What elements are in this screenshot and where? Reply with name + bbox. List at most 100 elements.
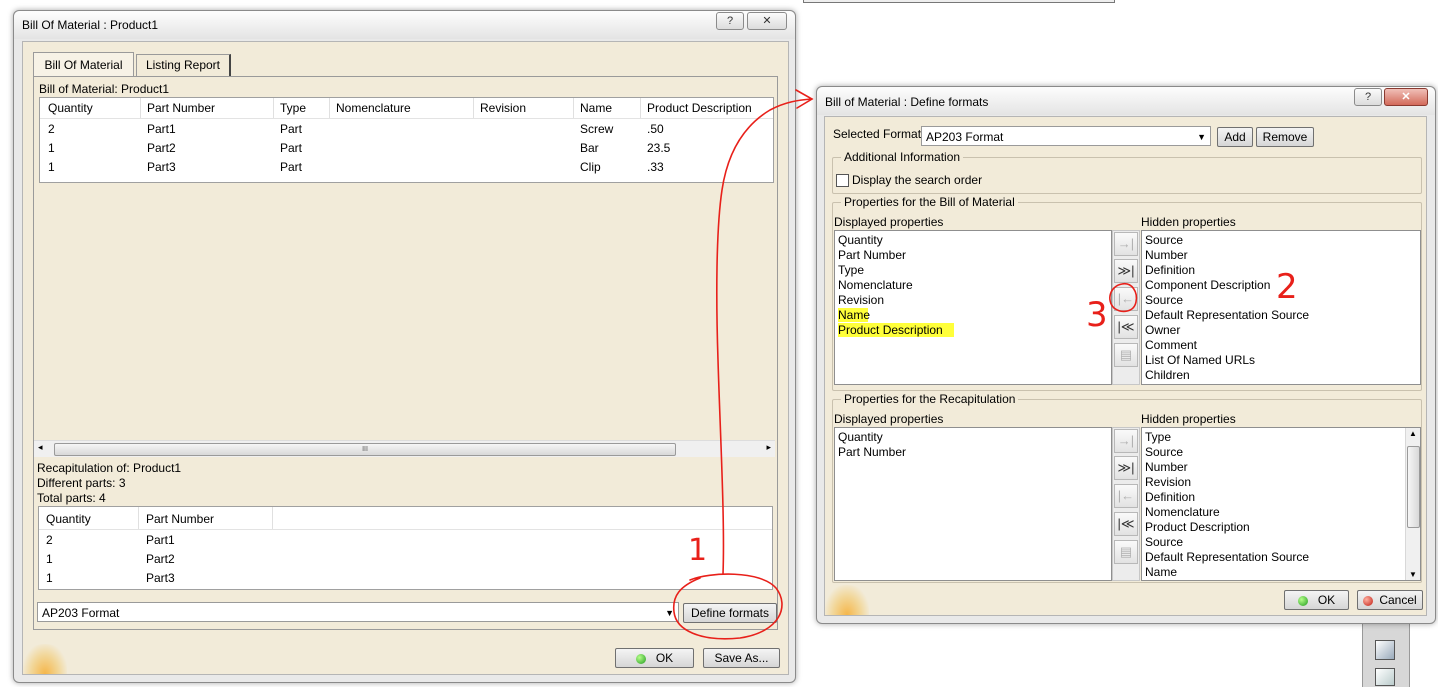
define-formats-button[interactable]: Define formats <box>683 603 777 623</box>
column-header-part-number[interactable]: Part Number <box>147 101 215 115</box>
list-item[interactable]: Component Description <box>1145 278 1270 292</box>
recap-displayed-list[interactable]: Quantity Part Number <box>834 427 1112 581</box>
list-item[interactable]: Revision <box>1145 475 1191 489</box>
selected-format-select[interactable]: AP203 Format ▼ <box>921 126 1211 146</box>
define-formats-titlebar[interactable]: Bill of Material : Define formats ? ✕ <box>817 87 1435 115</box>
list-item[interactable]: Definition <box>1145 263 1195 277</box>
cell-product-description: .50 <box>647 122 664 136</box>
column-separator[interactable] <box>138 507 139 529</box>
list-item[interactable]: Source <box>1145 535 1183 549</box>
list-item[interactable]: Number <box>1145 248 1188 262</box>
move-all-left-icon[interactable]: |≪ <box>1114 512 1138 536</box>
column-header-type[interactable]: Type <box>280 101 306 115</box>
scroll-down-icon[interactable]: ▼ <box>1409 570 1417 579</box>
selected-format-value: AP203 Format <box>926 130 1004 144</box>
scroll-right-icon[interactable]: ▸ <box>766 442 771 453</box>
list-item[interactable]: Nomenclature <box>1145 505 1220 519</box>
list-item[interactable]: Name <box>1145 565 1177 579</box>
list-item[interactable]: Product Description <box>1145 520 1250 534</box>
bom-table[interactable]: Quantity Part Number Type Nomenclature R… <box>39 97 774 183</box>
list-item[interactable]: Part Number <box>838 445 906 459</box>
sort-icon[interactable]: ▤ <box>1114 343 1138 367</box>
list-item[interactable]: Type <box>838 263 864 277</box>
sort-icon[interactable]: ▤ <box>1114 540 1138 564</box>
column-separator[interactable] <box>573 98 574 118</box>
list-item[interactable]: Owner <box>1145 323 1180 337</box>
column-separator[interactable] <box>329 98 330 118</box>
column-header-product-description[interactable]: Product Description <box>647 101 752 115</box>
column-header-revision[interactable]: Revision <box>480 101 526 115</box>
recap-table[interactable]: Quantity Part Number 2 Part1 1 Part2 1 P… <box>38 506 773 590</box>
list-item[interactable]: Source <box>1145 445 1183 459</box>
chevron-down-icon[interactable]: ▼ <box>665 603 674 623</box>
list-item[interactable]: Default Representation Source <box>1145 308 1309 322</box>
move-all-right-icon[interactable]: ≫| <box>1114 259 1138 283</box>
list-item[interactable]: Definition <box>1145 490 1195 504</box>
list-item[interactable]: Revision <box>838 293 884 307</box>
recap-hidden-list[interactable]: Type Source Number Revision Definition N… <box>1141 427 1421 581</box>
bom-dialog-titlebar[interactable]: Bill Of Material : Product1 ? ✕ <box>14 11 795 39</box>
close-button[interactable]: ✕ <box>747 12 787 30</box>
cube-tree-icon[interactable] <box>1375 668 1395 686</box>
save-as-button[interactable]: Save As... <box>703 648 780 668</box>
ok-button[interactable]: OK <box>615 648 694 668</box>
column-separator[interactable] <box>640 98 641 118</box>
list-item[interactable]: Nomenclature <box>838 278 913 292</box>
scroll-up-icon[interactable]: ▲ <box>1409 429 1417 438</box>
list-item[interactable]: Source <box>1145 233 1183 247</box>
cube-icon[interactable] <box>1375 640 1395 660</box>
recap-hidden-scrollbar[interactable]: ▲ ▼ <box>1405 428 1420 580</box>
column-separator[interactable] <box>272 507 273 529</box>
tab-listing-report[interactable]: Listing Report <box>136 54 231 76</box>
remove-button[interactable]: Remove <box>1256 127 1314 147</box>
chevron-down-icon[interactable]: ▼ <box>1197 127 1206 147</box>
table-row[interactable]: 2 Part1 Part Screw .50 <box>40 122 773 141</box>
horizontal-scrollbar[interactable]: ◂ III ▸ <box>34 440 775 457</box>
tab-bill-of-material[interactable]: Bill Of Material <box>33 52 134 77</box>
list-item[interactable]: Default Representation Source <box>1145 550 1309 564</box>
move-right-icon[interactable]: →| <box>1114 429 1138 453</box>
move-all-right-icon[interactable]: ≫| <box>1114 456 1138 480</box>
table-row[interactable]: 1 Part3 <box>39 571 772 588</box>
table-row[interactable]: 1 Part2 <box>39 552 772 571</box>
list-item[interactable]: Type <box>1145 430 1171 444</box>
column-separator[interactable] <box>473 98 474 118</box>
column-separator[interactable] <box>273 98 274 118</box>
help-button[interactable]: ? <box>716 12 744 30</box>
cancel-button[interactable]: Cancel <box>1357 590 1423 610</box>
ok-button[interactable]: OK <box>1284 590 1349 610</box>
list-item[interactable]: Children <box>1145 368 1190 382</box>
column-header-part-number[interactable]: Part Number <box>146 512 214 526</box>
column-header-quantity[interactable]: Quantity <box>46 512 91 526</box>
close-button[interactable]: ✕ <box>1384 88 1428 106</box>
add-button[interactable]: Add <box>1217 127 1253 147</box>
column-separator[interactable] <box>140 98 141 118</box>
move-right-icon[interactable]: →| <box>1114 232 1138 256</box>
table-row[interactable]: 1 Part3 Part Clip .33 <box>40 160 773 179</box>
list-item[interactable]: Part Number <box>838 248 906 262</box>
list-item-highlighted[interactable]: Product Description <box>838 323 954 337</box>
scroll-left-icon[interactable]: ◂ <box>38 442 43 453</box>
move-left-icon[interactable]: |← <box>1114 287 1138 311</box>
list-item[interactable]: List Of Named URLs <box>1145 353 1255 367</box>
bom-hidden-list[interactable]: Source Number Definition Component Descr… <box>1141 230 1421 385</box>
help-button[interactable]: ? <box>1354 88 1382 106</box>
list-item[interactable]: Comment <box>1145 338 1197 352</box>
move-all-left-icon[interactable]: |≪ <box>1114 315 1138 339</box>
scrollbar-thumb[interactable] <box>1407 446 1420 528</box>
format-select[interactable]: AP203 Format ▼ <box>37 602 679 622</box>
column-header-nomenclature[interactable]: Nomenclature <box>336 101 411 115</box>
column-header-quantity[interactable]: Quantity <box>48 101 93 115</box>
list-item[interactable]: Quantity <box>838 233 883 247</box>
move-left-icon[interactable]: |← <box>1114 484 1138 508</box>
display-search-order-checkbox[interactable] <box>836 174 849 187</box>
column-header-name[interactable]: Name <box>580 101 612 115</box>
list-item-highlighted[interactable]: Name <box>838 308 870 322</box>
table-row[interactable]: 1 Part2 Part Bar 23.5 <box>40 141 773 160</box>
scrollbar-thumb[interactable]: III <box>54 443 676 456</box>
list-item[interactable]: Quantity <box>838 430 883 444</box>
bom-displayed-list[interactable]: Quantity Part Number Type Nomenclature R… <box>834 230 1112 385</box>
list-item[interactable]: Number <box>1145 460 1188 474</box>
table-row[interactable]: 2 Part1 <box>39 533 772 552</box>
list-item[interactable]: Source <box>1145 293 1183 307</box>
